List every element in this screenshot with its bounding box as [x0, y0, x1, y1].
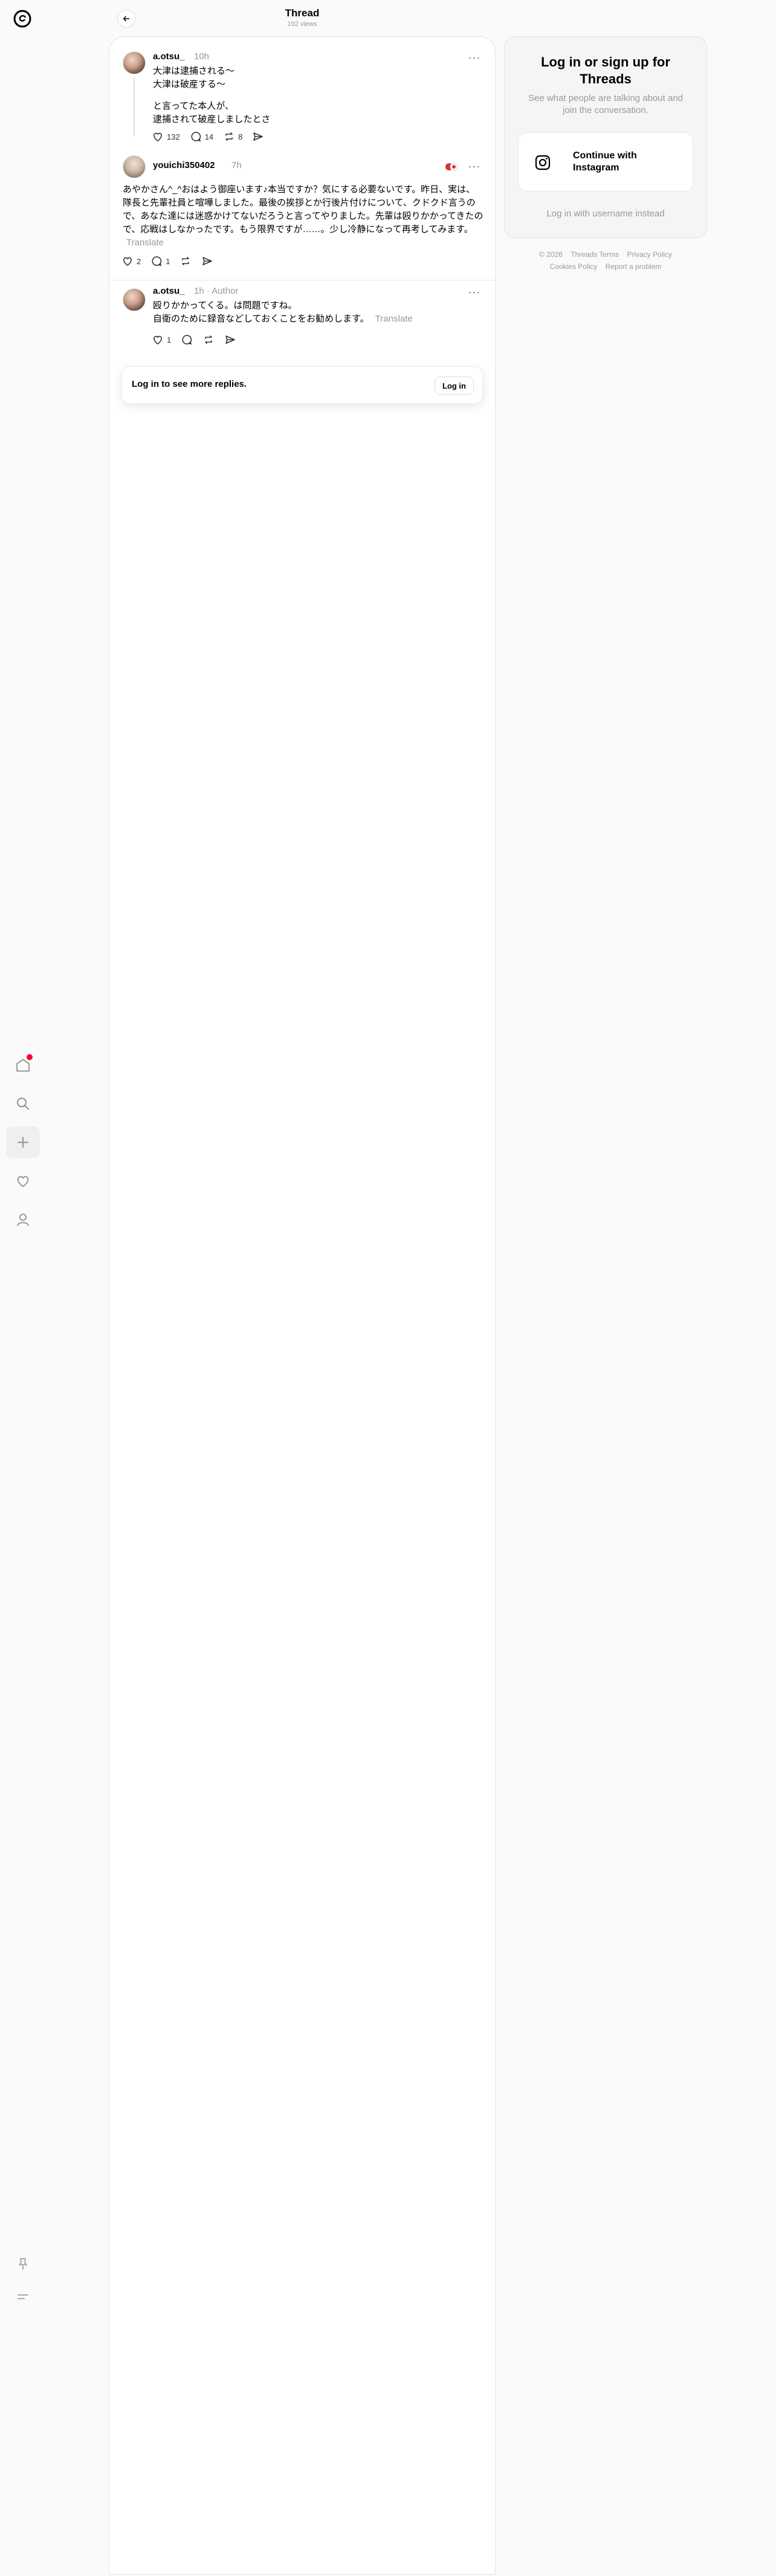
copyright: © 2026: [538, 250, 563, 259]
username[interactable]: a.otsu_: [153, 286, 185, 296]
share-button[interactable]: [252, 129, 264, 144]
share-icon: [253, 132, 264, 141]
post-actions: 132 14 8: [152, 129, 264, 144]
panel-title: Log in or sign up for Threads: [541, 54, 670, 86]
share-icon: [225, 335, 236, 344]
like-button[interactable]: 2: [121, 253, 141, 269]
comment-icon: [182, 335, 192, 345]
page-title: Thread: [285, 7, 320, 19]
report-problem-link[interactable]: Report a problem: [606, 262, 662, 271]
panel-subtitle: See what people are talking about and jo…: [528, 93, 684, 115]
post-line: 大津は破産する〜: [153, 79, 226, 89]
post-text: 大津は逮捕される〜 大津は破産する〜 と言ってた本人が、 逮捕されて破産しました…: [153, 65, 467, 126]
more-icon[interactable]: ···: [467, 159, 482, 173]
username-login-link[interactable]: Log in with username instead: [505, 209, 706, 219]
share-button[interactable]: [201, 253, 213, 269]
flag-badge-icon: [445, 163, 458, 171]
more-icon[interactable]: ···: [467, 50, 482, 65]
threads-logo-icon[interactable]: [12, 8, 33, 29]
login-prompt: Log in to see more replies. Log in: [121, 366, 483, 404]
timestamp[interactable]: 10h: [194, 51, 209, 62]
share-icon: [202, 257, 213, 265]
repost-button[interactable]: [202, 332, 215, 348]
repost-icon: [225, 132, 233, 141]
heart-icon: [154, 335, 162, 345]
reply-button[interactable]: 1: [150, 253, 170, 269]
post-text: あやかさん^_^おはよう御座います♪本当ですか？気にする必要ないです。昨日、実は…: [123, 183, 484, 250]
post-line: 自衛のために録音などしておくことをお勧めします。: [153, 314, 369, 324]
post-line: 殴りかかってくる。は問題ですね。: [153, 300, 297, 311]
post-actions: 1: [152, 332, 236, 348]
privacy-link[interactable]: Privacy Policy: [627, 250, 672, 259]
repost-icon: [182, 257, 190, 265]
reply-count: 1: [166, 256, 170, 266]
repost-button[interactable]: [179, 253, 192, 269]
comment-icon: [152, 256, 162, 267]
search-icon[interactable]: [6, 1088, 40, 1119]
like-count: 2: [137, 256, 141, 266]
instagram-icon: [535, 155, 551, 170]
reply-button[interactable]: 14: [190, 129, 213, 144]
menu-icon[interactable]: [6, 2281, 40, 2312]
login-prompt-text: Log in to see more replies.: [132, 379, 247, 389]
profile-icon[interactable]: [6, 1204, 40, 1235]
avatar[interactable]: [123, 288, 146, 311]
reply-count: 14: [204, 132, 214, 141]
author-label: Author: [212, 286, 239, 296]
heart-icon: [123, 257, 132, 267]
terms-link[interactable]: Threads Terms: [571, 250, 619, 259]
notification-dot: [27, 1054, 33, 1060]
like-button[interactable]: 132: [152, 129, 180, 144]
login-panel: Log in or sign up for Threads See what p…: [504, 36, 707, 238]
repost-button[interactable]: 8: [223, 129, 242, 144]
pin-icon[interactable]: [6, 2248, 40, 2280]
post-body: あやかさん^_^おはよう御座います♪本当ですか？気にする必要ないです。昨日、実は…: [123, 184, 483, 235]
heart-icon: [154, 132, 162, 142]
post-line: と言ってた本人が、: [153, 101, 234, 111]
reply-button[interactable]: [181, 332, 193, 348]
repost-count: 8: [238, 132, 243, 141]
avatar[interactable]: [123, 155, 146, 178]
username[interactable]: a.otsu_: [153, 51, 185, 62]
page-header: Thread 192 views: [109, 0, 496, 36]
post-line: 大津は逮捕される〜: [153, 66, 235, 76]
share-button[interactable]: [224, 332, 236, 348]
repost-icon: [205, 335, 213, 344]
left-rail: [0, 0, 46, 2576]
activity-icon[interactable]: [6, 1165, 40, 1197]
timestamp[interactable]: 7h: [231, 160, 242, 170]
timestamp: 1h · Author: [194, 286, 239, 296]
username[interactable]: youichi350402: [153, 160, 215, 170]
instagram-login-button[interactable]: Continue with Instagram: [518, 132, 693, 192]
create-icon[interactable]: [6, 1127, 40, 1158]
footer-row: © 2026 Threads Terms Privacy Policy: [504, 250, 707, 259]
footer-row: Cookies Policy Report a problem: [504, 262, 707, 271]
post-text: 殴りかかってくる。は問題ですね。 自衛のために録音などしておくことをお勧めします…: [153, 299, 479, 326]
avatar[interactable]: [123, 51, 146, 74]
thread-column: a.otsu_ 10h ··· 大津は逮捕される〜 大津は破産する〜 と言ってた…: [109, 36, 496, 2575]
more-icon[interactable]: ···: [467, 285, 482, 299]
like-button[interactable]: 1: [152, 332, 171, 348]
cookies-link[interactable]: Cookies Policy: [550, 262, 598, 271]
like-count: 132: [167, 132, 180, 141]
like-count: 1: [167, 335, 172, 345]
thread-line: [134, 78, 135, 136]
view-count: 192 views: [287, 21, 317, 28]
instagram-button-label: Continue with Instagram: [573, 150, 637, 173]
post-line: 逮捕されて破産しましたとさ: [153, 114, 271, 125]
comment-icon: [191, 132, 201, 142]
home-icon[interactable]: [6, 1049, 40, 1081]
post-actions: 2 1: [121, 253, 213, 269]
login-button[interactable]: Log in: [435, 377, 474, 395]
translate-link[interactable]: Translate: [375, 314, 413, 324]
translate-link[interactable]: Translate: [126, 238, 164, 248]
timestamp-value[interactable]: 1h: [194, 286, 204, 296]
